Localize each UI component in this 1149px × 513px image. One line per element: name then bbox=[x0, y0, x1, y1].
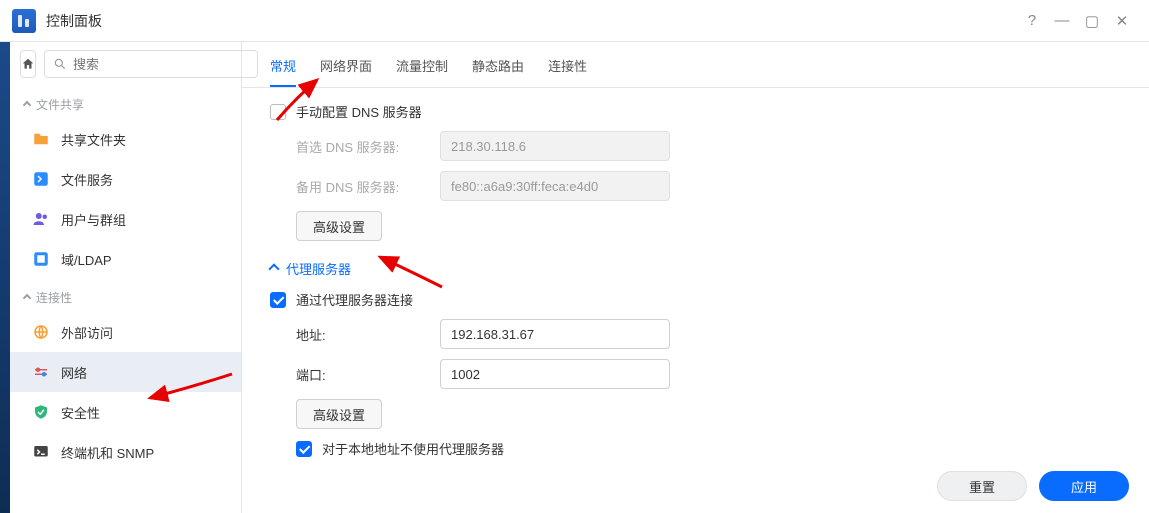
proxy-advanced-button[interactable]: 高级设置 bbox=[296, 399, 382, 429]
users-icon bbox=[31, 209, 51, 229]
network-icon bbox=[31, 362, 51, 382]
tab-static-route[interactable]: 静态路由 bbox=[472, 56, 524, 87]
proxy-section-title: 代理服务器 bbox=[286, 259, 351, 278]
tab-interface[interactable]: 网络界面 bbox=[320, 56, 372, 87]
dns-manual-checkbox[interactable] bbox=[270, 104, 286, 120]
ldap-icon bbox=[31, 249, 51, 269]
titlebar: 控制面板 ? — ▢ ✕ bbox=[0, 0, 1149, 42]
tab-connectivity[interactable]: 连接性 bbox=[548, 56, 587, 87]
tab-traffic[interactable]: 流量控制 bbox=[396, 56, 448, 87]
dns-manual-label: 手动配置 DNS 服务器 bbox=[296, 102, 422, 121]
sidebar-item-domain-ldap[interactable]: 域/LDAP bbox=[10, 239, 241, 279]
shield-icon bbox=[31, 402, 51, 422]
minimize-button[interactable]: — bbox=[1047, 6, 1077, 36]
group-label: 文件共享 bbox=[36, 96, 84, 113]
proxy-enable-label: 通过代理服务器连接 bbox=[296, 290, 413, 309]
file-service-icon bbox=[31, 169, 51, 189]
dns-secondary-label: 备用 DNS 服务器: bbox=[270, 177, 440, 196]
sidebar-item-label: 用户与群组 bbox=[61, 210, 126, 229]
sidebar-item-shared-folder[interactable]: 共享文件夹 bbox=[10, 119, 241, 159]
dns-primary-label: 首选 DNS 服务器: bbox=[270, 137, 440, 156]
sidebar-item-users-groups[interactable]: 用户与群组 bbox=[10, 199, 241, 239]
group-label: 连接性 bbox=[36, 289, 72, 306]
proxy-port-label: 端口: bbox=[270, 365, 440, 384]
search-input[interactable] bbox=[73, 57, 249, 72]
apply-button[interactable]: 应用 bbox=[1039, 471, 1129, 501]
close-button[interactable]: ✕ bbox=[1107, 6, 1137, 36]
sidebar-item-label: 外部访问 bbox=[61, 323, 113, 342]
group-connectivity[interactable]: 连接性 bbox=[10, 279, 241, 312]
globe-icon bbox=[31, 322, 51, 342]
content-area: 手动配置 DNS 服务器 首选 DNS 服务器: 备用 DNS 服务器: 高级设… bbox=[242, 88, 1149, 513]
proxy-bypass-checkbox[interactable] bbox=[296, 441, 312, 457]
sidebar-item-label: 安全性 bbox=[61, 403, 100, 422]
sidebar-item-label: 域/LDAP bbox=[61, 250, 112, 269]
folder-icon bbox=[31, 129, 51, 149]
main-panel: 常规 网络界面 流量控制 静态路由 连接性 手动配置 DNS 服务器 首选 DN… bbox=[242, 42, 1149, 513]
sidebar-item-external-access[interactable]: 外部访问 bbox=[10, 312, 241, 352]
tab-general[interactable]: 常规 bbox=[270, 56, 296, 87]
proxy-addr-label: 地址: bbox=[270, 325, 440, 344]
sidebar-item-label: 共享文件夹 bbox=[61, 130, 126, 149]
maximize-button[interactable]: ▢ bbox=[1077, 6, 1107, 36]
proxy-section-toggle[interactable]: 代理服务器 bbox=[270, 259, 1121, 278]
window-title: 控制面板 bbox=[46, 11, 102, 31]
sidebar: 文件共享 共享文件夹 文件服务 用户与群组 域/LDAP bbox=[10, 42, 242, 513]
proxy-addr-input[interactable] bbox=[440, 319, 670, 349]
tabs: 常规 网络界面 流量控制 静态路由 连接性 bbox=[242, 42, 1149, 88]
left-gutter bbox=[0, 42, 10, 513]
group-file-share[interactable]: 文件共享 bbox=[10, 86, 241, 119]
chevron-up-icon bbox=[23, 293, 31, 301]
sidebar-item-label: 网络 bbox=[61, 363, 87, 382]
app-icon bbox=[12, 9, 36, 33]
search-box[interactable] bbox=[44, 50, 258, 78]
chevron-up-icon bbox=[268, 263, 279, 274]
dns-secondary-input bbox=[440, 171, 670, 201]
search-icon bbox=[53, 57, 67, 71]
chevron-up-icon bbox=[23, 100, 31, 108]
sidebar-item-label: 终端机和 SNMP bbox=[61, 443, 154, 462]
proxy-port-input[interactable] bbox=[440, 359, 670, 389]
terminal-icon bbox=[31, 442, 51, 462]
reset-button[interactable]: 重置 bbox=[937, 471, 1027, 501]
sidebar-item-file-service[interactable]: 文件服务 bbox=[10, 159, 241, 199]
help-button[interactable]: ? bbox=[1017, 6, 1047, 36]
sidebar-item-terminal-snmp[interactable]: 终端机和 SNMP bbox=[10, 432, 241, 472]
proxy-bypass-label: 对于本地地址不使用代理服务器 bbox=[322, 439, 504, 458]
home-icon bbox=[21, 57, 35, 71]
sidebar-item-label: 文件服务 bbox=[61, 170, 113, 189]
sidebar-item-security[interactable]: 安全性 bbox=[10, 392, 241, 432]
sidebar-item-network[interactable]: 网络 bbox=[10, 352, 241, 392]
proxy-enable-checkbox[interactable] bbox=[270, 292, 286, 308]
home-button[interactable] bbox=[20, 50, 36, 78]
dns-primary-input bbox=[440, 131, 670, 161]
footer-actions: 重置 应用 bbox=[937, 471, 1129, 501]
dns-advanced-button[interactable]: 高级设置 bbox=[296, 211, 382, 241]
